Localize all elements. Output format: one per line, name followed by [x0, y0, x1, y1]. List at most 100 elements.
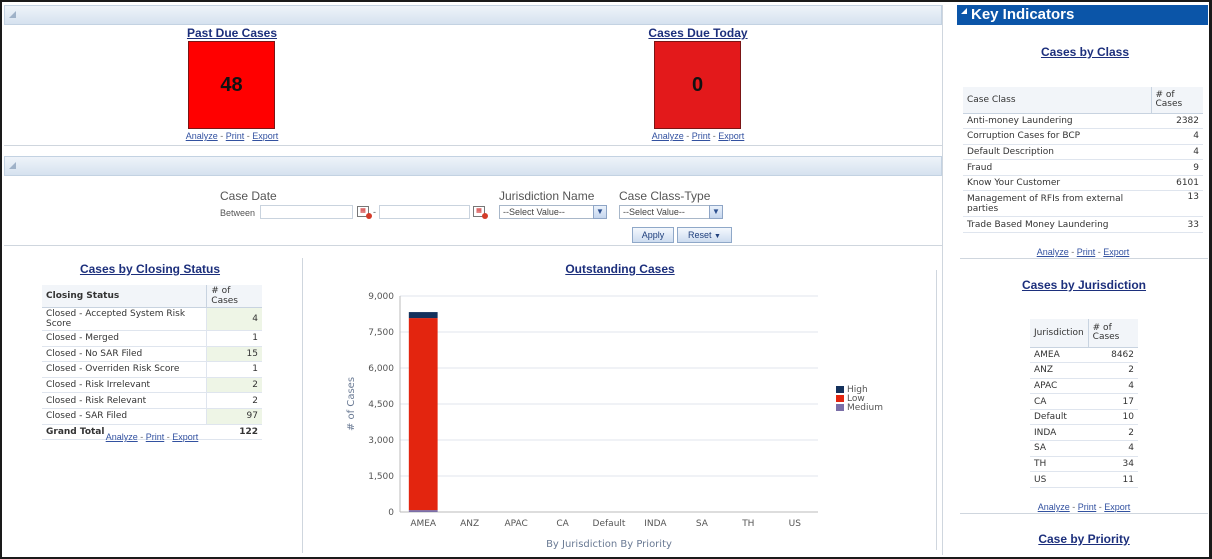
cases-due-today-value[interactable]: 0 — [654, 41, 741, 129]
case-class-type-label: Case Class-Type — [619, 189, 711, 203]
between-label: Between — [220, 208, 256, 218]
print-link[interactable]: Print — [226, 131, 245, 141]
column-header: Jurisdiction — [1030, 319, 1089, 348]
legend-swatch-medium — [836, 404, 844, 411]
calendar-icon[interactable]: ▦ — [473, 206, 488, 219]
analyze-link[interactable]: Analyze — [1037, 247, 1069, 257]
export-link[interactable]: Export — [1104, 502, 1130, 512]
export-link[interactable]: Export — [252, 131, 278, 141]
divider — [4, 245, 942, 246]
y-tick-label: 9,000 — [368, 292, 394, 302]
cases-by-class-links: Analyze - Print - Export — [1036, 247, 1130, 257]
table-row: SA 4 — [1030, 440, 1138, 457]
table-row: AMEA 8462 — [1030, 347, 1138, 364]
collapse-icon[interactable] — [9, 162, 16, 169]
due-today-links: Analyze - Print - Export — [651, 131, 745, 141]
divider — [4, 145, 942, 146]
y-tick-label: 1,500 — [368, 472, 394, 482]
table-row: US 11 — [1030, 471, 1138, 488]
jurisdiction-name-label: Jurisdiction Name — [499, 189, 595, 203]
y-tick-label: 7,500 — [368, 328, 394, 338]
x-tick-label: TH — [741, 519, 754, 529]
y-tick-label: 0 — [388, 508, 394, 518]
table-row: Closed - Risk Irrelevant 2 — [42, 377, 262, 394]
chevron-down-icon: ▼ — [714, 233, 721, 240]
divider — [942, 5, 943, 555]
bar-segment-medium — [408, 510, 438, 512]
y-tick-label: 4,500 — [368, 400, 394, 410]
key-indicators-header[interactable]: Key Indicators — [957, 5, 1208, 25]
cases-by-jurisdiction-links: Analyze - Print - Export — [1037, 502, 1131, 512]
chevron-down-icon[interactable]: ▼ — [593, 205, 607, 219]
print-link[interactable]: Print — [1077, 247, 1096, 257]
column-header: # of Cases — [1087, 319, 1138, 348]
legend-swatch-low — [836, 395, 844, 402]
closing-status-links: Analyze - Print - Export — [105, 432, 199, 442]
cases-by-class-title[interactable]: Cases by Class — [1000, 45, 1170, 59]
x-tick-label: APAC — [504, 519, 527, 529]
table-row: Know Your Customer 6101 — [963, 175, 1203, 192]
table-row: Closed - Merged 1 — [42, 330, 262, 347]
x-tick-label: INDA — [644, 519, 667, 529]
column-header: # of Cases — [206, 285, 262, 308]
divider — [960, 513, 1208, 514]
calendar-icon[interactable]: ▦ — [357, 206, 372, 219]
reset-button[interactable]: Reset ▼ — [677, 227, 732, 243]
apply-button[interactable]: Apply — [632, 227, 674, 243]
table-row: Closed - Accepted System Risk Score 4 — [42, 307, 262, 331]
x-tick-label: AMEA — [410, 519, 437, 529]
jurisdiction-select[interactable]: --Select Value-- ▼ — [499, 205, 607, 219]
column-header: Case Class — [963, 87, 1151, 114]
bar-segment-high — [408, 312, 438, 319]
collapse-icon[interactable] — [9, 11, 16, 18]
case-by-priority-title[interactable]: Case by Priority — [1004, 532, 1164, 546]
print-link[interactable]: Print — [692, 131, 711, 141]
past-due-cases-value[interactable]: 48 — [188, 41, 275, 129]
analyze-link[interactable]: Analyze — [186, 131, 218, 141]
outstanding-cases-chart: 0 1,500 3,000 4,500 6,000 7,500 9,000 AMEA ANZ AP… — [346, 292, 883, 550]
table-row: Default Description 4 — [963, 144, 1203, 161]
legend-label: Medium — [847, 403, 883, 413]
legend-swatch-high — [836, 386, 844, 393]
collapse-icon[interactable] — [961, 8, 967, 14]
cases-due-today-title[interactable]: Cases Due Today — [626, 26, 770, 40]
table-row: ANZ 2 — [1030, 362, 1138, 379]
x-tick-label: CA — [556, 519, 569, 529]
table-row: Trade Based Money Laundering 33 — [963, 216, 1203, 234]
cases-by-jurisdiction-table: Jurisdiction # of Cases AMEA 8462 ANZ 2 AP… — [1030, 319, 1138, 488]
y-tick-label: 6,000 — [368, 364, 394, 374]
y-axis-label: # of Cases — [346, 377, 357, 431]
chevron-down-icon[interactable]: ▼ — [709, 205, 723, 219]
table-row: CA 17 — [1030, 393, 1138, 410]
print-link[interactable]: Print — [146, 432, 165, 442]
outstanding-cases-title[interactable]: Outstanding Cases — [520, 262, 720, 276]
table-row: APAC 4 — [1030, 378, 1138, 395]
analyze-link[interactable]: Analyze — [106, 432, 138, 442]
table-row: Closed - SAR Filed 97 — [42, 408, 262, 425]
divider — [936, 270, 937, 550]
table-row: Management of RFIs from external parties… — [963, 190, 1203, 218]
export-link[interactable]: Export — [718, 131, 744, 141]
table-row: Default 10 — [1030, 409, 1138, 426]
print-link[interactable]: Print — [1078, 502, 1097, 512]
analyze-link[interactable]: Analyze — [1038, 502, 1070, 512]
case-date-label: Case Date — [220, 189, 277, 203]
bar-segment-low — [408, 318, 438, 511]
section-header-bar[interactable] — [4, 5, 942, 25]
table-header-row: Jurisdiction # of Cases — [1030, 319, 1138, 348]
table-row: Fraud 9 — [963, 159, 1203, 176]
table-header-row: Case Class # of Cases — [963, 87, 1203, 114]
past-due-cases-title[interactable]: Past Due Cases — [160, 26, 304, 40]
end-date-input[interactable] — [379, 205, 470, 219]
cases-by-jurisdiction-title[interactable]: Cases by Jurisdiction — [994, 278, 1174, 292]
analyze-link[interactable]: Analyze — [652, 131, 684, 141]
start-date-input[interactable] — [260, 205, 353, 219]
column-header: # of Cases — [1150, 87, 1203, 114]
filter-section-bar[interactable] — [4, 156, 942, 176]
export-link[interactable]: Export — [1103, 247, 1129, 257]
divider — [960, 258, 1208, 259]
cases-by-closing-status-title[interactable]: Cases by Closing Status — [40, 262, 260, 276]
export-link[interactable]: Export — [172, 432, 198, 442]
x-tick-label: SA — [696, 519, 709, 529]
case-class-type-select[interactable]: --Select Value-- ▼ — [619, 205, 723, 219]
